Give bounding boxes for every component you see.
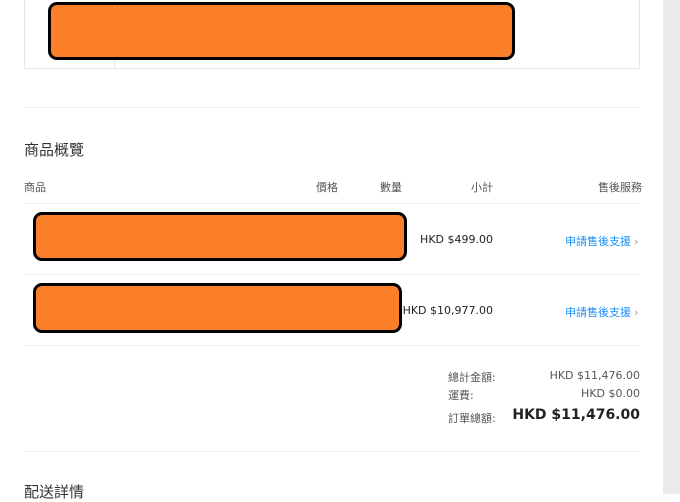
redacted-product <box>33 212 407 261</box>
grand-total-label: 訂單總額: <box>448 412 496 425</box>
after-sales-link[interactable]: 申請售後支援 › <box>565 304 638 320</box>
column-header-product: 商品 <box>24 181 46 194</box>
scrollbar-track[interactable] <box>663 0 680 494</box>
after-sales-link-label: 申請售後支援 <box>565 306 631 319</box>
shipping-value: HKD $0.00 <box>581 387 640 400</box>
delivery-title: 配送詳情 <box>24 483 85 501</box>
redacted-address <box>48 2 515 60</box>
section-divider <box>24 107 640 108</box>
column-header-quantity: 數量 <box>380 181 402 194</box>
grand-total-value: HKD $11,476.00 <box>512 407 640 423</box>
total-value: HKD $11,476.00 <box>549 369 640 382</box>
item-subtotal: HKD $10,977.00 <box>402 304 493 317</box>
column-header-subtotal: 小計 <box>471 181 493 194</box>
product-overview-title: 商品概覽 <box>24 141 85 159</box>
row-divider <box>24 345 640 346</box>
table-divider <box>24 203 640 204</box>
total-label: 總計金額: <box>448 371 496 384</box>
item-subtotal: HKD $499.00 <box>420 233 493 246</box>
row-divider <box>24 274 640 275</box>
shipping-label: 運費: <box>448 389 474 402</box>
column-header-price: 價格 <box>316 181 338 194</box>
chevron-right-icon: › <box>634 306 639 319</box>
after-sales-link-label: 申請售後支援 <box>565 235 631 248</box>
chevron-right-icon: › <box>634 235 639 248</box>
after-sales-link[interactable]: 申請售後支援 › <box>565 233 638 249</box>
section-divider <box>24 451 640 452</box>
redacted-product <box>33 283 402 333</box>
column-header-after-sales: 售後服務 <box>598 181 642 194</box>
